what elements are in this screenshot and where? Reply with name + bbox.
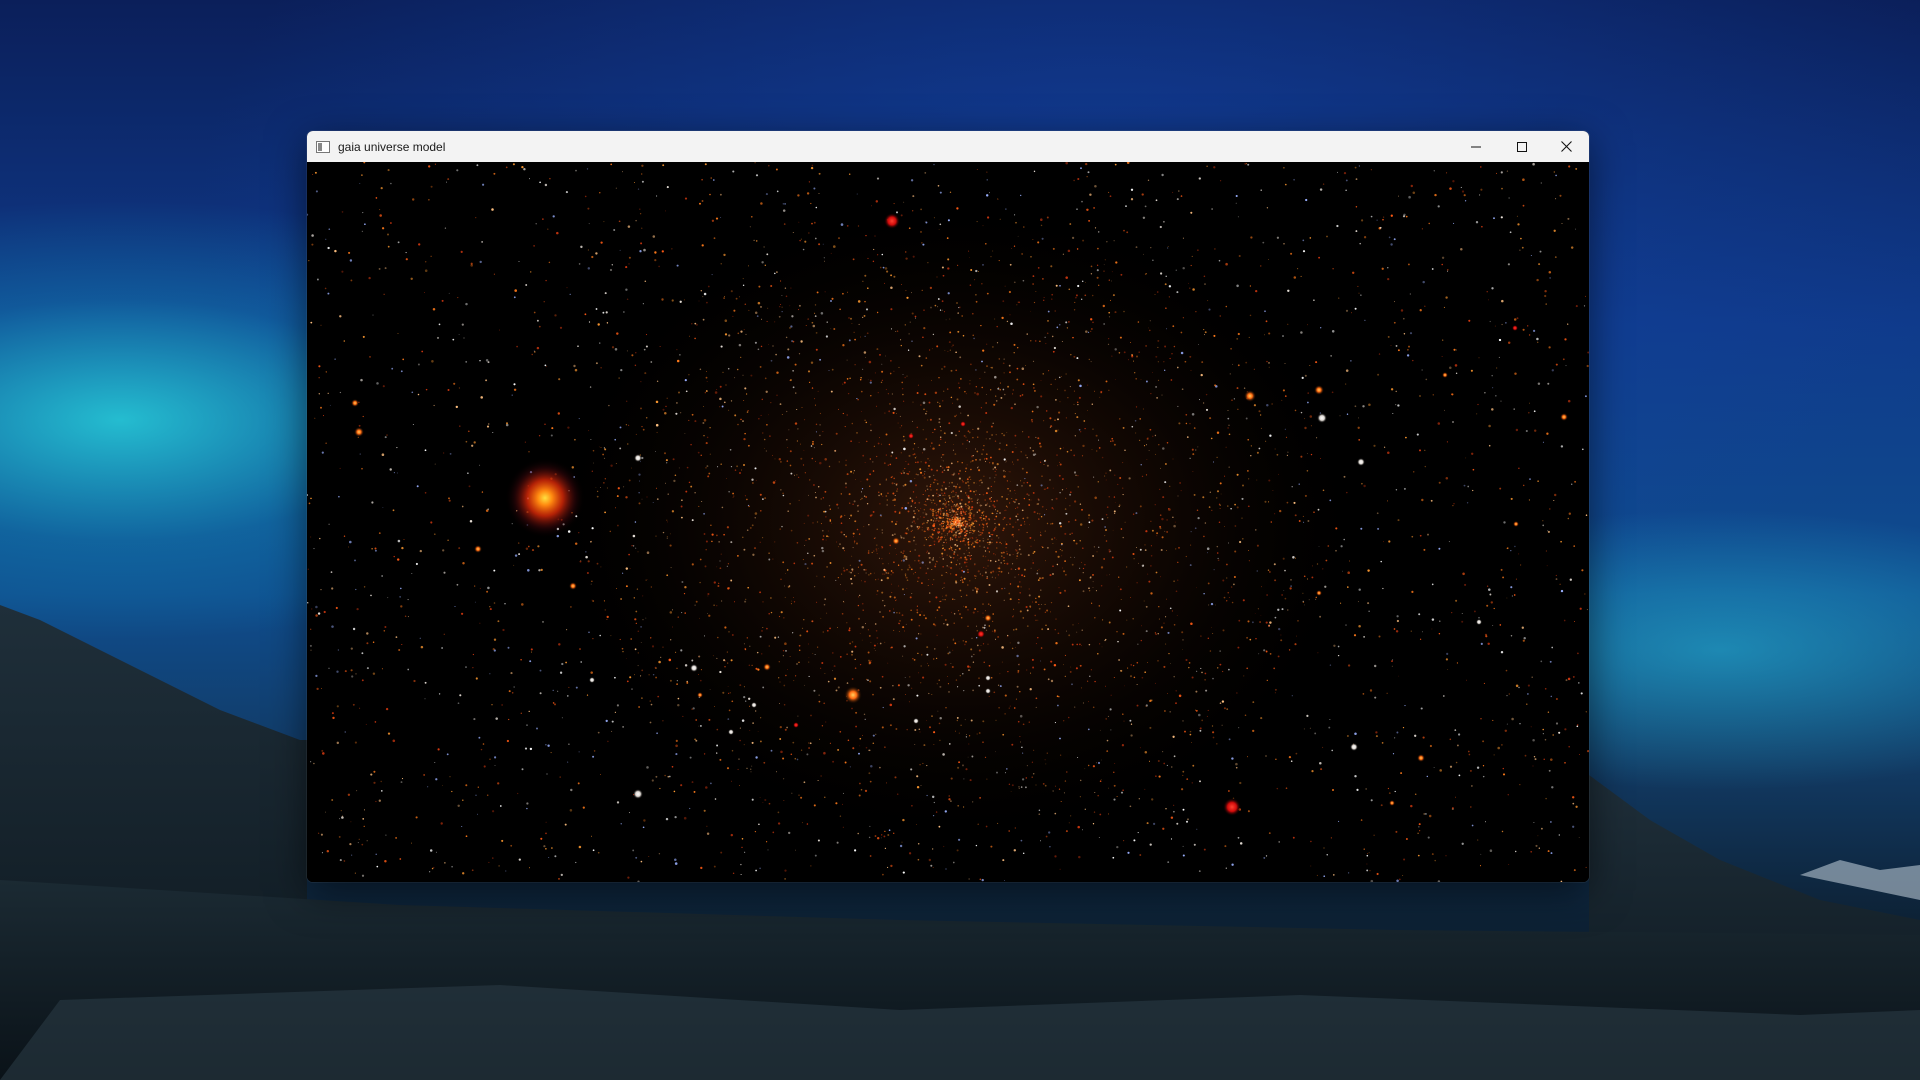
bright-star <box>1314 385 1324 395</box>
close-icon <box>1560 141 1572 152</box>
bright-star <box>505 458 585 538</box>
bright-star <box>751 702 757 708</box>
bright-star <box>697 692 703 698</box>
bright-star <box>1244 390 1256 402</box>
bright-star <box>351 399 359 407</box>
bright-star <box>1389 800 1395 806</box>
bright-star <box>633 789 643 799</box>
bright-star <box>1350 743 1358 751</box>
bright-star <box>690 664 698 672</box>
app-window-icon <box>316 140 330 153</box>
bright-star <box>884 213 900 229</box>
bright-star <box>892 537 900 545</box>
close-button[interactable] <box>1543 131 1589 162</box>
bright-star <box>1476 619 1482 625</box>
bright-star <box>354 427 364 437</box>
bright-star <box>589 677 595 683</box>
bright-star <box>763 663 771 671</box>
maximize-button[interactable] <box>1499 131 1545 162</box>
bright-star <box>728 729 734 735</box>
bright-star <box>977 630 985 638</box>
window-title: gaia universe model <box>338 139 446 154</box>
bright-star <box>1223 798 1241 816</box>
bright-star <box>569 582 577 590</box>
bright-star <box>1357 458 1365 466</box>
minimize-button[interactable] <box>1453 131 1499 162</box>
bright-star <box>474 545 482 553</box>
minimize-icon <box>1471 146 1481 147</box>
bright-star <box>908 433 914 439</box>
bright-star <box>634 454 642 462</box>
bright-star <box>960 421 966 427</box>
bright-star <box>1512 325 1518 331</box>
star-field-canvas[interactable] <box>307 162 1589 882</box>
bright-star <box>844 686 862 704</box>
bright-star <box>985 688 991 694</box>
bright-star <box>985 675 991 681</box>
app-window[interactable]: gaia universe model <box>307 131 1589 882</box>
maximize-icon <box>1517 141 1527 152</box>
bright-star <box>1317 413 1327 423</box>
bright-star <box>1513 521 1519 527</box>
bright-star <box>1560 413 1568 421</box>
bright-star <box>1442 372 1448 378</box>
bright-star <box>1316 590 1322 596</box>
bright-star <box>1417 754 1425 762</box>
bright-star <box>913 718 919 724</box>
bright-star <box>984 614 992 622</box>
window-titlebar[interactable]: gaia universe model <box>307 131 1589 162</box>
bright-star <box>793 722 799 728</box>
